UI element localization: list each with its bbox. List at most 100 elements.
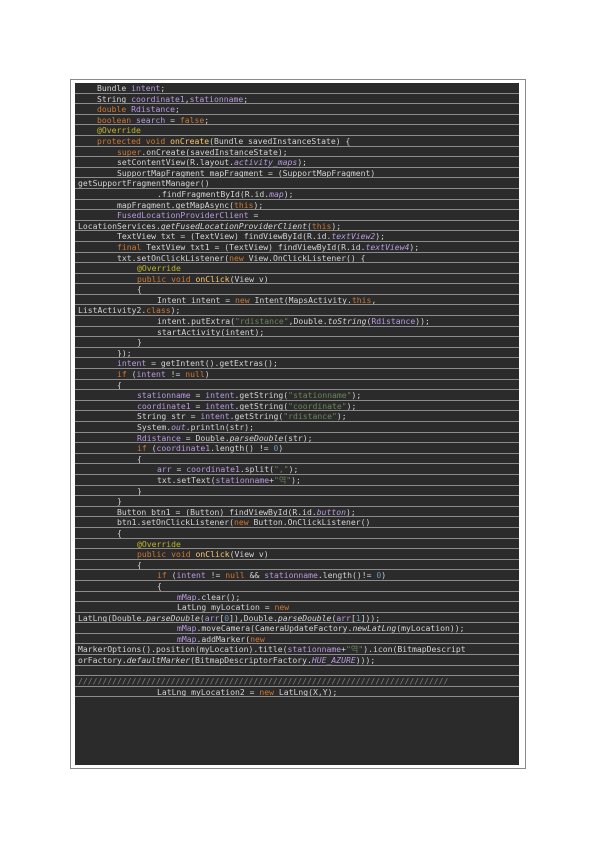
code-token: .addMarker(	[196, 633, 251, 644]
code-line: {	[75, 284, 519, 295]
code-line: orFactory.defaultMarker(BitmapDescriptor…	[75, 655, 519, 666]
code-token: coordinate1	[186, 464, 240, 475]
code-token: intent	[205, 390, 235, 401]
code-token: newLatLng	[352, 623, 397, 634]
code-token: coordinate1	[131, 93, 185, 104]
code-token: button	[316, 506, 347, 517]
code-token: FusedLocationProviderClient	[117, 210, 249, 221]
code-token: onClick	[195, 273, 230, 284]
code-line: @Override	[75, 539, 519, 550]
code-token: ListActivity2.	[78, 305, 147, 316]
code-token: @Override	[97, 125, 141, 136]
code-token: textView4	[365, 241, 410, 252]
code-token: ]));	[360, 612, 381, 623]
code-line: ListActivity2.class);	[75, 305, 519, 317]
code-token: Rdistance	[131, 104, 175, 115]
code-token: activity_maps	[233, 157, 298, 168]
code-token: String	[97, 93, 132, 104]
code-line: public void onClick(View v)	[75, 274, 519, 285]
code-token: Rdistance	[371, 316, 416, 327]
code-token: mMap	[177, 591, 197, 602]
code-token: arr	[157, 464, 172, 475]
code-token: (View v)	[229, 549, 269, 560]
code-token: null	[185, 369, 205, 380]
code-line: if (intent != null)	[75, 369, 519, 380]
code-token: LatLng myLocation =	[177, 602, 275, 613]
code-token: ;	[243, 93, 249, 104]
code-line: @Override	[75, 125, 519, 136]
code-token: out	[171, 422, 186, 432]
code-token: LatLng(Double.	[78, 612, 147, 623]
code-token: );	[409, 241, 420, 252]
code-line: FusedLocationProviderClient =	[75, 210, 519, 221]
code-token: )	[204, 369, 210, 380]
code-token: )	[381, 570, 387, 581]
code-token: intent	[136, 369, 166, 380]
code-token: LocationServices.	[78, 220, 161, 231]
code-line: });	[75, 348, 519, 359]
code-token: toString	[327, 316, 367, 327]
code-token: =	[171, 464, 187, 475]
code-line: coordinate1 = intent.getString("coordina…	[75, 401, 519, 412]
code-token: new	[233, 517, 254, 528]
code-token: intent.putExtra(	[157, 316, 235, 327]
code-line: {	[75, 528, 519, 539]
code-token: );	[346, 400, 357, 411]
code-token: (View v)	[229, 273, 269, 284]
code-token: if	[157, 570, 172, 581]
code-token: View.OnClickListener() {	[248, 252, 366, 263]
code-token: "rdistance"	[234, 316, 289, 327]
code-token: if	[117, 369, 132, 380]
code-token: (Bundle savedInstanceState) {	[209, 135, 351, 146]
code-token: defaultMarker	[126, 655, 191, 666]
code-token: onCreate	[170, 135, 210, 146]
code-token: map	[269, 188, 284, 199]
code-token: final	[117, 241, 147, 252]
code-token: Bundle	[97, 83, 132, 93]
code-line: double Rdistance;	[75, 104, 519, 115]
code-token: intent	[117, 358, 147, 369]
code-line: public void onClick(View v)	[75, 549, 519, 560]
code-line: mapFragment.getMapAsync(this);	[75, 200, 519, 211]
code-line: final TextView txt1 = (TextView) findVie…	[75, 242, 519, 253]
code-token: )));	[355, 655, 376, 666]
code-line: {	[75, 560, 519, 571]
code-token: txt.setOnClickListener(	[117, 252, 230, 263]
code-token: });	[117, 347, 132, 358]
code-token: );	[291, 474, 301, 485]
code-token: onClick	[195, 549, 230, 560]
code-token: new	[259, 686, 279, 697]
code-token: parseDouble	[229, 432, 284, 443]
code-token: super	[117, 146, 142, 157]
code-token: (myLocation));	[396, 623, 465, 634]
code-line: txt.setText(stationname+"역");	[75, 475, 519, 486]
code-line: {	[75, 454, 519, 465]
code-token: .getString(	[234, 390, 289, 401]
code-token: mMap	[177, 633, 197, 644]
code-line: setContentView(R.layout.activity_maps);	[75, 157, 519, 168]
code-token: intent	[205, 400, 235, 411]
code-token: double	[97, 104, 132, 115]
code-token: if	[137, 443, 152, 454]
code-line: SupportMapFragment mapFragment = (Suppor…	[75, 168, 519, 179]
code-token: "역"	[346, 644, 364, 655]
code-token: intent	[176, 570, 206, 581]
code-token: getSupportFragmentManager()	[78, 178, 210, 189]
code-token: .split(	[239, 464, 274, 475]
code-line: {	[75, 380, 519, 391]
code-token: (BitmapDescriptorFactory.	[190, 655, 312, 666]
code-line: if (intent != null && stationname.length…	[75, 570, 519, 581]
code-line: intent.putExtra("rdistance",Double.toStr…	[75, 316, 519, 327]
code-token: .println(str);	[185, 422, 254, 432]
code-token: orFactory.	[78, 655, 127, 666]
code-token: arr	[204, 612, 220, 623]
code-token: );	[170, 305, 181, 316]
code-token: );	[297, 157, 308, 168]
code-token: {	[137, 284, 142, 295]
code-token: coordinate1	[137, 400, 191, 411]
code-token: }	[137, 337, 142, 348]
code-line: if (coordinate1.length() != 0)	[75, 443, 519, 454]
code-token: .length()!=	[317, 570, 377, 581]
code-token: getFusedLocationProviderClient	[160, 220, 308, 231]
code-token: boolean	[97, 114, 136, 125]
